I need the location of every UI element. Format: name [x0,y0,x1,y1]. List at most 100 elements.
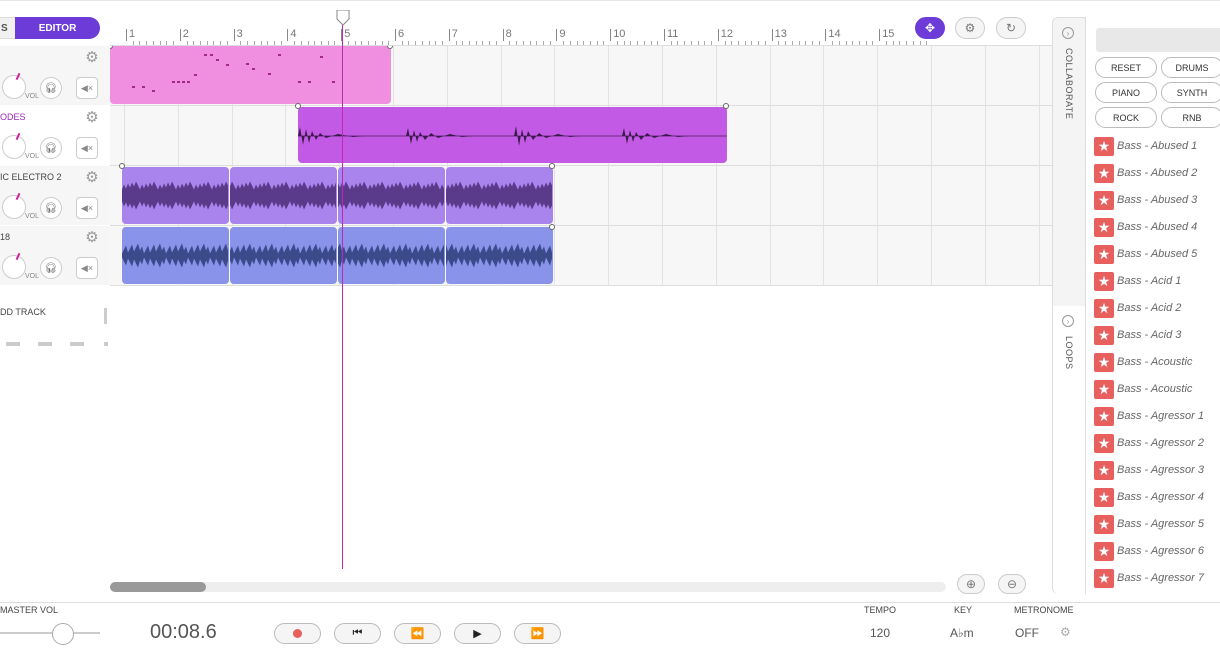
star-icon[interactable]: ★ [1094,163,1114,183]
clip-handle[interactable] [723,103,729,109]
star-icon[interactable]: ★ [1094,352,1114,372]
settings-button[interactable]: ⚙ [955,17,985,39]
star-icon[interactable]: ★ [1094,298,1114,318]
loop-search-input[interactable] [1096,28,1220,52]
star-icon[interactable]: ★ [1094,406,1114,426]
rewind-button[interactable]: ⏪ [394,623,441,644]
mute-button[interactable]: ◀× [76,137,98,159]
audio-clip[interactable] [446,227,553,284]
audio-clip[interactable] [122,227,229,284]
track-name[interactable]: 18 [0,232,80,242]
audio-clip[interactable] [230,167,337,224]
star-icon[interactable]: ★ [1094,514,1114,534]
loop-button[interactable]: ↻ [996,17,1026,39]
genre-piano-button[interactable]: PIANO [1095,82,1157,103]
clip-handle[interactable] [549,224,555,230]
audio-clip[interactable] [230,227,337,284]
loop-item[interactable]: ★ Bass - Acoustic [1094,352,1192,372]
loop-item[interactable]: ★ Bass - Abused 1 [1094,136,1197,156]
tab-collaborate[interactable]: COLLABORATE [1064,48,1074,119]
master-volume-thumb[interactable] [52,623,74,645]
loop-item[interactable]: ★ Bass - Agressor 1 [1094,406,1204,426]
loop-item[interactable]: ★ Bass - Acid 2 [1094,298,1181,318]
master-volume-slider[interactable] [0,632,100,634]
loop-item[interactable]: ★ Bass - Agressor 7 [1094,568,1204,588]
track-header[interactable]: IC ELECTRO 2 ⚙ VOL 🎧︎ ◀× [0,166,110,226]
star-icon[interactable]: ★ [1094,190,1114,210]
gear-icon[interactable]: ⚙ [84,170,100,186]
genre-rnb-button[interactable]: RNB [1161,107,1220,128]
zoom-out-button[interactable]: ⊖ [998,574,1026,594]
key-value[interactable]: A♭m [950,626,974,640]
zoom-in-button[interactable]: ⊕ [957,574,985,594]
loop-item[interactable]: ★ Bass - Agressor 6 [1094,541,1204,561]
loop-item[interactable]: ★ Bass - Acoustic [1094,379,1192,399]
star-icon[interactable]: ★ [1094,568,1114,588]
mute-button[interactable]: ◀× [76,257,98,279]
loop-item[interactable]: ★ Bass - Agressor 2 [1094,433,1204,453]
loop-item[interactable]: ★ Bass - Agressor 4 [1094,487,1204,507]
tab-editor[interactable]: EDITOR [15,17,100,39]
genre-reset-button[interactable]: RESET [1095,57,1157,78]
solo-button[interactable]: 🎧︎ [40,137,62,159]
metronome-value[interactable]: OFF [1015,626,1039,640]
loop-item[interactable]: ★ Bass - Acid 3 [1094,325,1181,345]
star-icon[interactable]: ★ [1094,271,1114,291]
star-icon[interactable]: ★ [1094,136,1114,156]
clip-handle[interactable] [295,103,301,109]
track-name[interactable]: IC ELECTRO 2 [0,172,80,182]
volume-knob[interactable] [2,75,26,99]
track-header[interactable]: ⚙ VOL 🎧︎ ◀× [0,46,110,106]
snap-button[interactable]: ✥ [915,17,945,39]
audio-clip[interactable] [338,227,445,284]
solo-button[interactable]: 🎧︎ [40,257,62,279]
star-icon[interactable]: ★ [1094,487,1114,507]
gear-icon[interactable]: ⚙ [1060,625,1071,639]
mute-button[interactable]: ◀× [76,77,98,99]
clip-handle[interactable] [549,163,555,169]
play-button[interactable]: ▶ [454,623,501,644]
tempo-value[interactable]: 120 [870,626,890,640]
loop-item[interactable]: ★ Bass - Abused 2 [1094,163,1197,183]
mute-button[interactable]: ◀× [76,197,98,219]
solo-button[interactable]: 🎧︎ [40,77,62,99]
gear-icon[interactable]: ⚙ [84,50,100,66]
timeline-ruler[interactable]: 1 2 3 4 5 6 7 8 9 10 11 12 13 14 15 [110,10,1052,46]
audio-clip[interactable] [298,107,727,163]
add-track-button[interactable]: DD TRACK [0,307,46,317]
loop-item[interactable]: ★ Bass - Agressor 5 [1094,514,1204,534]
fast-forward-button[interactable]: ⏩ [514,623,561,644]
playhead-marker[interactable] [336,10,350,26]
star-icon[interactable]: ★ [1094,433,1114,453]
horizontal-scrollbar[interactable] [110,582,946,592]
audio-clip[interactable] [338,167,445,224]
audio-clip[interactable] [122,167,229,224]
chevron-icon[interactable]: › [1062,315,1074,327]
solo-button[interactable]: 🎧︎ [40,197,62,219]
loop-item[interactable]: ★ Bass - Abused 4 [1094,217,1197,237]
star-icon[interactable]: ★ [1094,460,1114,480]
volume-knob[interactable] [2,195,26,219]
skip-back-button[interactable]: ⏮ [334,623,381,644]
loop-item[interactable]: ★ Bass - Agressor 3 [1094,460,1204,480]
track-header[interactable]: 18 ⚙ VOL 🎧︎ ◀× [0,226,110,286]
genre-drums-button[interactable]: DRUMS [1161,57,1220,78]
track-header[interactable]: ODES ⚙ VOL 🎧︎ ◀× [0,106,110,166]
gear-icon[interactable]: ⚙ [84,230,100,246]
chevron-icon[interactable]: › [1062,27,1074,39]
star-icon[interactable]: ★ [1094,244,1114,264]
loop-item[interactable]: ★ Bass - Acid 1 [1094,271,1181,291]
loop-item[interactable]: ★ Bass - Abused 3 [1094,190,1197,210]
genre-synth-button[interactable]: SYNTH [1161,82,1220,103]
track-name[interactable]: ODES [0,112,80,122]
star-icon[interactable]: ★ [1094,541,1114,561]
genre-rock-button[interactable]: ROCK [1095,107,1157,128]
midi-clip[interactable] [110,46,391,104]
record-button[interactable] [274,623,321,644]
star-icon[interactable]: ★ [1094,379,1114,399]
tab-tracks[interactable]: S [0,17,15,39]
loop-item[interactable]: ★ Bass - Abused 5 [1094,244,1197,264]
volume-knob[interactable] [2,135,26,159]
star-icon[interactable]: ★ [1094,325,1114,345]
gear-icon[interactable]: ⚙ [84,110,100,126]
